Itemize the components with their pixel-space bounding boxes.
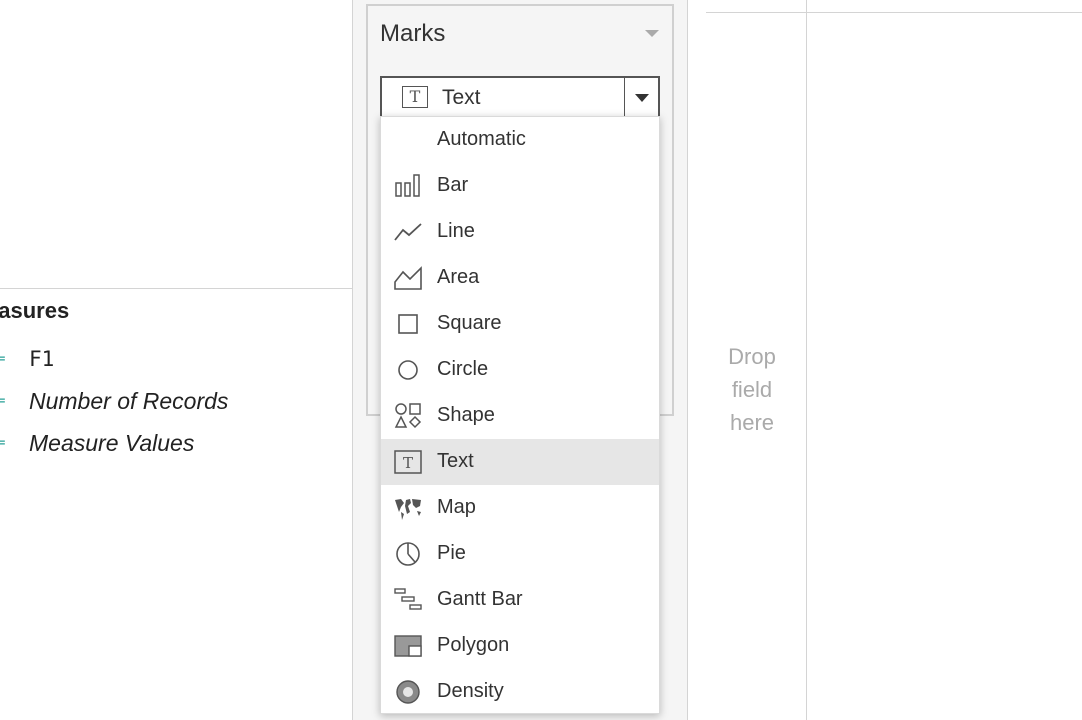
menu-item-polygon[interactable]: Polygon [381, 623, 659, 669]
field-label: Number of Records [29, 387, 229, 414]
field-label: F1 [29, 347, 55, 371]
menu-item-pie[interactable]: Pie [381, 531, 659, 577]
menu-item-gantt-bar[interactable]: Gantt Bar [381, 577, 659, 623]
text-icon: T [394, 450, 422, 474]
mark-type-dropdown[interactable]: T Text [380, 76, 660, 118]
line-icon [394, 223, 422, 241]
data-pane: easures = F1 = Number of Records = Measu… [0, 0, 352, 720]
menu-item-label: Shape [437, 404, 495, 426]
menu-item-density[interactable]: Density [381, 669, 659, 715]
canvas-gridline [706, 12, 1082, 13]
square-icon [398, 314, 418, 334]
menu-item-label: Line [437, 220, 475, 242]
menu-item-label: Circle [437, 358, 489, 380]
menu-item-label: Text [437, 450, 474, 472]
pane-divider [0, 288, 352, 289]
svg-text:T: T [403, 454, 413, 472]
polygon-icon [394, 635, 422, 657]
gantt-bar-icon [394, 588, 422, 610]
menu-item-map[interactable]: Map [381, 485, 659, 531]
menu-item-text[interactable]: T Text [381, 439, 659, 485]
workspace: easures = F1 = Number of Records = Measu… [0, 0, 1082, 720]
menu-item-label: Automatic [437, 128, 526, 150]
menu-item-circle[interactable]: Circle [381, 347, 659, 393]
drop-hint-line: field [731, 377, 773, 402]
menu-item-label: Density [437, 680, 504, 702]
measures-section-title: easures [0, 298, 70, 323]
menu-item-line[interactable]: Line [381, 209, 659, 255]
dropdown-separator [624, 78, 625, 116]
circle-icon [398, 360, 418, 380]
shape-icon [394, 403, 422, 429]
mark-type-selected-label: Text [442, 86, 481, 109]
field-label: Measure Values [29, 429, 195, 456]
marks-card-title: Marks [380, 20, 446, 47]
menu-item-label: Map [437, 496, 476, 518]
menu-item-automatic[interactable]: Automatic [381, 117, 659, 163]
measure-hash-icon: = [0, 435, 6, 451]
pie-icon [396, 542, 420, 566]
menu-item-label: Bar [437, 174, 469, 196]
canvas-gridline [806, 0, 807, 720]
text-icon: T [402, 86, 428, 108]
menu-item-label: Area [437, 266, 480, 288]
measure-hash-icon: = [0, 351, 6, 367]
menu-item-label: Square [437, 312, 502, 334]
map-icon [395, 499, 421, 520]
menu-item-label: Pie [437, 542, 466, 564]
bar-icon [395, 174, 420, 197]
menu-item-label: Gantt Bar [437, 588, 523, 610]
menu-item-bar[interactable]: Bar [381, 163, 659, 209]
area-icon [394, 266, 422, 290]
drop-hint-line: Drop [728, 344, 776, 369]
marks-card-menu-caret-icon[interactable] [645, 30, 659, 37]
density-icon [396, 680, 420, 704]
mark-type-menu: Automatic Bar Line Area Square Circle Sh… [380, 116, 660, 714]
menu-item-area[interactable]: Area [381, 255, 659, 301]
menu-item-shape[interactable]: Shape [381, 393, 659, 439]
chevron-down-icon[interactable] [635, 94, 649, 102]
menu-item-label: Polygon [437, 634, 510, 656]
measure-hash-icon: = [0, 393, 6, 409]
menu-item-square[interactable]: Square [381, 301, 659, 347]
drop-hint-line: here [729, 410, 775, 435]
drop-field-here-target[interactable]: Drop field here [712, 340, 792, 439]
